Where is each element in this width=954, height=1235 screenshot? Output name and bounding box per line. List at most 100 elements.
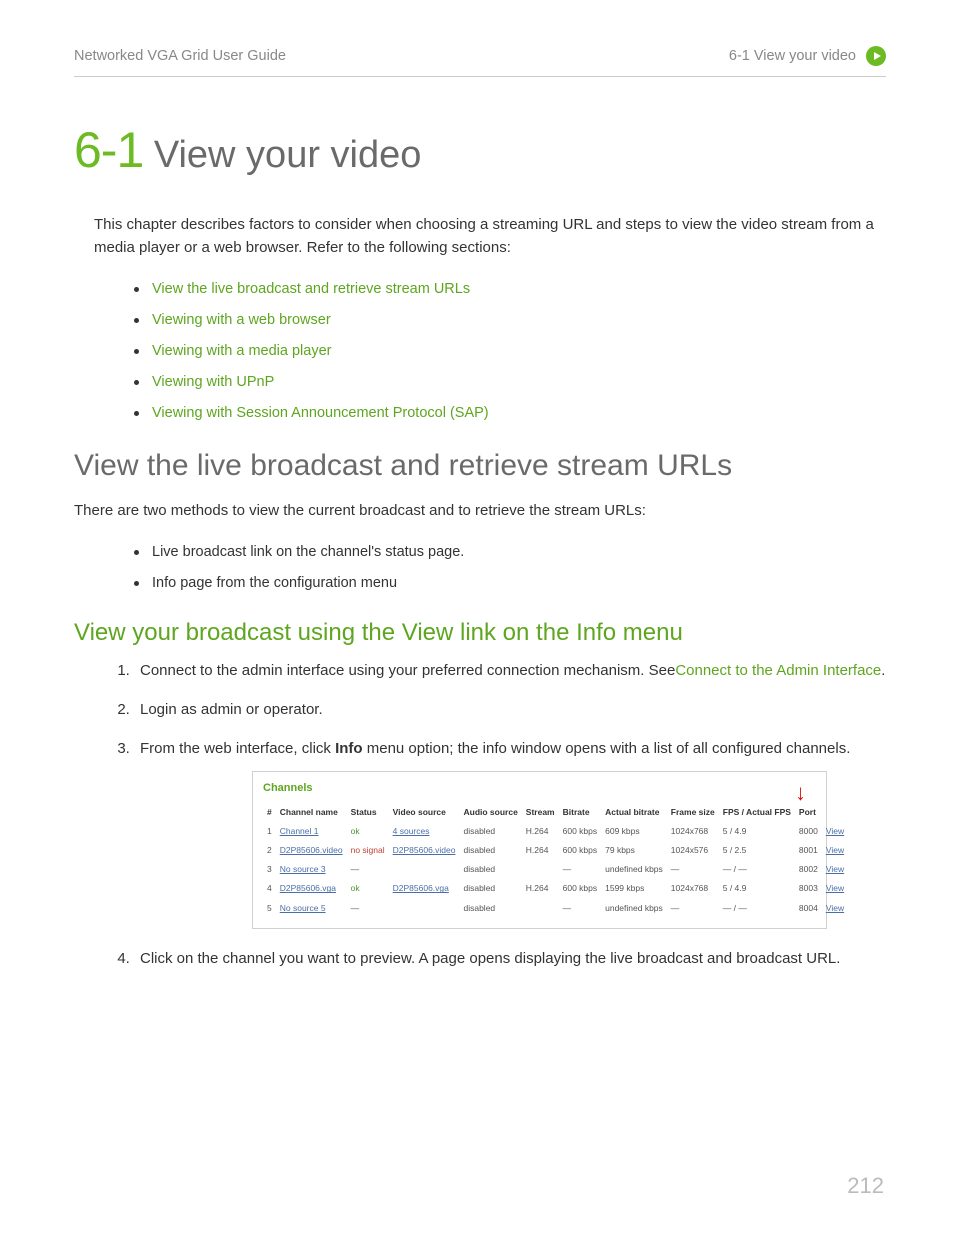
- fps-cell: — / —: [719, 860, 795, 879]
- status-cell: ok: [347, 822, 389, 841]
- channel-link[interactable]: D2P85606.vga: [280, 883, 336, 893]
- view-link[interactable]: View: [826, 845, 844, 855]
- status-cell: —: [347, 899, 389, 918]
- channel-name-cell: No source 3: [276, 860, 347, 879]
- actual-bitrate-cell: 79 kbps: [601, 841, 667, 860]
- channels-screenshot: ↓ Channels #Channel nameStatusVideo sour…: [252, 771, 827, 929]
- frame-size-cell: 1024x768: [667, 879, 719, 898]
- audio-source-cell: disabled: [459, 822, 521, 841]
- channel-link[interactable]: No source 3: [280, 864, 326, 874]
- method-list: Live broadcast link on the channel's sta…: [134, 537, 886, 599]
- row-index: 5: [263, 899, 276, 918]
- view-link[interactable]: View: [826, 903, 844, 913]
- frame-size-cell: —: [667, 899, 719, 918]
- channel-name-cell: Channel 1: [276, 822, 347, 841]
- port-cell: 8002: [795, 860, 822, 879]
- view-cell: View: [822, 822, 848, 841]
- chapter-text: View your video: [143, 134, 421, 176]
- list-item: Info page from the configuration menu: [134, 568, 886, 599]
- page-number: 212: [847, 1173, 884, 1199]
- video-source-cell: [389, 899, 460, 918]
- info-menu-label: Info: [335, 740, 363, 757]
- list-item: Live broadcast link on the channel's sta…: [134, 537, 886, 568]
- view-link[interactable]: View: [826, 864, 844, 874]
- status-cell: ok: [347, 879, 389, 898]
- stream-cell: [522, 860, 559, 879]
- toc-link[interactable]: Viewing with a media player: [152, 343, 331, 359]
- view-link[interactable]: View: [826, 826, 844, 836]
- bitrate-cell: 600 kbps: [559, 879, 602, 898]
- toc-link[interactable]: Viewing with Session Announcement Protoc…: [152, 405, 489, 421]
- toc-item: Viewing with a web browser: [134, 305, 886, 336]
- video-source-cell: [389, 860, 460, 879]
- port-cell: 8003: [795, 879, 822, 898]
- channel-link[interactable]: D2P85606.video: [280, 845, 343, 855]
- chapter-title: 6-1 View your video: [74, 121, 886, 179]
- table-header: Status: [347, 803, 389, 822]
- step-1: Connect to the admin interface using you…: [134, 659, 886, 682]
- step-3: From the web interface, click Info menu …: [134, 737, 886, 928]
- audio-source-cell: disabled: [459, 841, 521, 860]
- stream-cell: H.264: [522, 879, 559, 898]
- bitrate-cell: 600 kbps: [559, 841, 602, 860]
- row-index: 3: [263, 860, 276, 879]
- row-index: 4: [263, 879, 276, 898]
- view-link[interactable]: View: [826, 883, 844, 893]
- toc-link[interactable]: Viewing with a web browser: [152, 312, 331, 328]
- port-cell: 8000: [795, 822, 822, 841]
- audio-source-cell: disabled: [459, 879, 521, 898]
- channel-name-cell: No source 5: [276, 899, 347, 918]
- channels-table: #Channel nameStatusVideo sourceAudio sou…: [263, 803, 848, 918]
- status-cell: —: [347, 860, 389, 879]
- stream-cell: H.264: [522, 822, 559, 841]
- bitrate-cell: —: [559, 899, 602, 918]
- actual-bitrate-cell: undefined kbps: [601, 860, 667, 879]
- view-cell: View: [822, 899, 848, 918]
- page-header: Networked VGA Grid User Guide 6-1 View y…: [74, 46, 886, 77]
- fps-cell: — / —: [719, 899, 795, 918]
- table-header: Frame size: [667, 803, 719, 822]
- step-2: Login as admin or operator.: [134, 698, 886, 721]
- table-row: 3No source 3—disabled—undefined kbps—— /…: [263, 860, 848, 879]
- channel-name-cell: D2P85606.vga: [276, 879, 347, 898]
- video-source-cell: D2P85606.vga: [389, 879, 460, 898]
- subsection-heading: View your broadcast using the View link …: [74, 619, 886, 647]
- actual-bitrate-cell: undefined kbps: [601, 899, 667, 918]
- connect-admin-link[interactable]: Connect to the Admin Interface: [675, 662, 881, 679]
- frame-size-cell: 1024x768: [667, 822, 719, 841]
- stream-cell: H.264: [522, 841, 559, 860]
- table-header: Stream: [522, 803, 559, 822]
- toc-link[interactable]: View the live broadcast and retrieve str…: [152, 281, 470, 297]
- view-cell: View: [822, 841, 848, 860]
- fps-cell: 5 / 2.5: [719, 841, 795, 860]
- channel-link[interactable]: No source 5: [280, 903, 326, 913]
- intro-paragraph: This chapter describes factors to consid…: [94, 213, 886, 260]
- table-header: Channel name: [276, 803, 347, 822]
- toc-list: View the live broadcast and retrieve str…: [134, 274, 886, 430]
- video-source-link[interactable]: D2P85606.video: [393, 845, 456, 855]
- video-source-cell: D2P85606.video: [389, 841, 460, 860]
- table-row: 4 D2P85606.vga ok D2P85606.vga disabledH.264…: [263, 879, 848, 898]
- step-4: Click on the channel you want to preview…: [134, 947, 886, 970]
- status-cell: no signal: [347, 841, 389, 860]
- row-index: 1: [263, 822, 276, 841]
- table-header: Actual bitrate: [601, 803, 667, 822]
- audio-source-cell: disabled: [459, 899, 521, 918]
- table-header-row: #Channel nameStatusVideo sourceAudio sou…: [263, 803, 848, 822]
- audio-source-cell: disabled: [459, 860, 521, 879]
- table-header: Bitrate: [559, 803, 602, 822]
- video-source-link[interactable]: D2P85606.vga: [393, 883, 449, 893]
- channel-name-cell: D2P85606.video: [276, 841, 347, 860]
- chapter-number: 6-1: [74, 122, 143, 178]
- row-index: 2: [263, 841, 276, 860]
- table-row: 2D2P85606.videono signalD2P85606.videodi…: [263, 841, 848, 860]
- toc-item: View the live broadcast and retrieve str…: [134, 274, 886, 305]
- toc-link[interactable]: Viewing with UPnP: [152, 374, 274, 390]
- table-header: [822, 803, 848, 822]
- port-cell: 8001: [795, 841, 822, 860]
- fps-cell: 5 / 4.9: [719, 822, 795, 841]
- video-source-link[interactable]: 4 sources: [393, 826, 430, 836]
- channel-link[interactable]: Channel 1: [280, 826, 319, 836]
- stream-cell: [522, 899, 559, 918]
- toc-item: Viewing with UPnP: [134, 367, 886, 398]
